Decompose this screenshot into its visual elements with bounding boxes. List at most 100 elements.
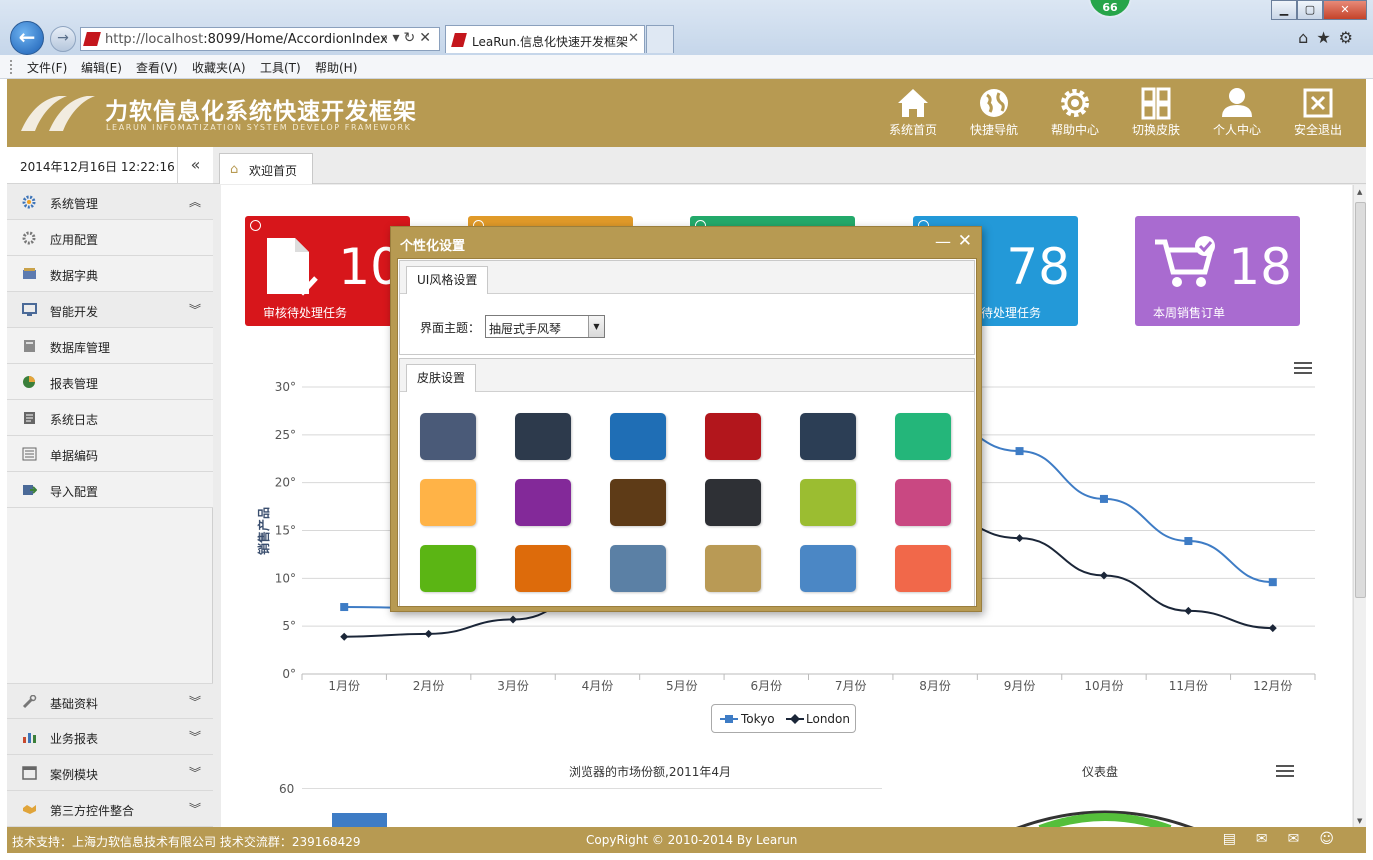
chart2-bar[interactable] [332, 813, 387, 827]
skin-swatch[interactable] [800, 479, 856, 526]
menu-file[interactable]: 文件(F) [27, 59, 67, 76]
skin-swatch[interactable] [420, 479, 476, 526]
scroll-down-icon[interactable]: ▼ [1357, 817, 1362, 825]
url-text: http://localhost:8099/Home/AccordionInde… [105, 32, 388, 47]
stat-card-orders[interactable]: 18 本周销售订单 [1135, 216, 1300, 326]
maximize-window-button[interactable]: ▢ [1297, 0, 1323, 20]
legend-london[interactable]: London [806, 712, 850, 726]
minimize-icon[interactable]: — [935, 232, 951, 251]
skin-section: 皮肤设置 [399, 358, 975, 606]
nav-quick-button[interactable]: 快捷导航 [959, 85, 1029, 143]
skin-swatch[interactable] [420, 545, 476, 592]
grid-icon [1141, 87, 1171, 120]
scroll-up-icon[interactable]: ▲ [1357, 188, 1362, 196]
legend-tokyo[interactable]: Tokyo [741, 712, 775, 726]
tab-skin[interactable]: 皮肤设置 [406, 364, 477, 392]
users-icon[interactable]: ☺ [1319, 831, 1354, 847]
current-datetime: 2014年12月16日 12:22:16 [20, 160, 175, 174]
scroll-thumb[interactable] [1355, 202, 1366, 598]
skin-swatch[interactable] [800, 545, 856, 592]
menu-help[interactable]: 帮助(H) [315, 59, 357, 76]
sidebar-item-logs[interactable]: 系统日志 [7, 400, 213, 436]
stat-card-audit[interactable]: 10 审核待处理任务 [245, 216, 410, 326]
skin-swatch[interactable] [515, 413, 571, 460]
gauge-dial [1016, 810, 1194, 827]
log-icon [22, 411, 37, 425]
browser-menu-bar: 文件(F) 编辑(E) 查看(V) 收藏夹(A) 工具(T) 帮助(H) [0, 55, 1373, 79]
chat-icon[interactable]: ✉ [1256, 831, 1288, 847]
skin-swatch[interactable] [705, 545, 761, 592]
settings-gear-icon[interactable]: ⚙ [1339, 28, 1361, 47]
skin-swatch[interactable] [800, 413, 856, 460]
globe-icon [980, 89, 1008, 117]
database-icon [22, 339, 37, 353]
vertical-scrollbar[interactable]: ▲ ▼ [1353, 185, 1366, 827]
sidebar-item-database[interactable]: 数据库管理 [7, 328, 213, 364]
home-icon[interactable]: ⌂ [1298, 28, 1316, 47]
clock-icon [250, 220, 261, 231]
sidebar-item-codes[interactable]: 单据编码 [7, 436, 213, 472]
skin-swatch[interactable] [895, 479, 951, 526]
tab-ui-style[interactable]: UI风格设置 [406, 266, 489, 294]
menu-edit[interactable]: 编辑(E) [81, 59, 122, 76]
page-tabs-bar: ⌂ 欢迎首页 [213, 147, 1366, 184]
browser-share-chart-title: 浏览器的市场份额,2011年4月 [569, 765, 731, 779]
sidebar-group-basic[interactable]: 基础资料 ︾ [7, 683, 213, 719]
skin-swatch[interactable] [895, 413, 951, 460]
close-window-button[interactable]: ✕ [1323, 0, 1367, 20]
forward-button[interactable]: → [50, 26, 76, 52]
footer: 技术支持：上海力软信息技术有限公司 技术交流群：239168429 CopyRi… [7, 827, 1366, 853]
skin-swatch[interactable] [705, 413, 761, 460]
nav-home-button[interactable]: 系统首页 [878, 85, 948, 143]
tools-icon [22, 694, 37, 709]
skin-swatch[interactable] [705, 479, 761, 526]
menu-favorites[interactable]: 收藏夹(A) [192, 59, 246, 76]
new-tab-button[interactable] [646, 25, 674, 53]
address-tools[interactable]: ⌕▾↻✕ [381, 30, 435, 46]
sidebar-group-dev[interactable]: 智能开发 ︾ [7, 292, 213, 328]
sidebar-group-system[interactable]: 系统管理 ︽ [7, 184, 213, 220]
skin-swatch[interactable] [895, 545, 951, 592]
mail-icon[interactable]: ✉ [1288, 831, 1320, 847]
menu-view[interactable]: 查看(V) [136, 59, 178, 76]
chevron-down-icon: ︾ [188, 802, 201, 816]
minimize-window-button[interactable]: ▁ [1271, 0, 1297, 20]
exit-icon [1303, 88, 1333, 118]
tab-welcome[interactable]: ⌂ 欢迎首页 [219, 153, 313, 184]
notification-badge[interactable]: 66 [1088, 0, 1132, 18]
nav-profile-button[interactable]: 个人中心 [1202, 85, 1272, 143]
menu-tools[interactable]: 工具(T) [260, 59, 301, 76]
sidebar-group-third-party[interactable]: 第三方控件整合 ︾ [7, 791, 213, 827]
address-bar[interactable]: http://localhost:8099/Home/AccordionInde… [80, 27, 440, 51]
skin-swatch[interactable] [420, 413, 476, 460]
nav-skin-button[interactable]: 切换皮肤 [1121, 85, 1191, 143]
stat-label: 本周销售订单 [1153, 306, 1226, 320]
sidebar-item-app-config[interactable]: 应用配置 [7, 220, 213, 256]
skin-swatch[interactable] [610, 479, 666, 526]
sidebar-group-cases[interactable]: 案例模块 ︾ [7, 755, 213, 791]
nav-help-button[interactable]: 帮助中心 [1040, 85, 1110, 143]
close-icon[interactable]: ✕ [958, 231, 972, 251]
skin-swatch[interactable] [515, 545, 571, 592]
skin-swatch[interactable] [515, 479, 571, 526]
sidebar-item-reports[interactable]: 报表管理 [7, 364, 213, 400]
theme-select[interactable]: 抽屉式手风琴 ▼ [485, 315, 605, 338]
skin-swatch[interactable] [610, 413, 666, 460]
calendar-icon[interactable]: ▤ [1223, 831, 1256, 847]
nav-logout-button[interactable]: 安全退出 [1283, 85, 1353, 143]
skin-swatch[interactable] [610, 545, 666, 592]
sidebar-item-import[interactable]: 导入配置 [7, 472, 213, 508]
browser-tab-active[interactable]: LeaRun.信息化快速开发框架 ✕ [445, 25, 645, 53]
tab-close-icon[interactable]: ✕ [628, 31, 639, 46]
sidebar-group-business-reports[interactable]: 业务报表 ︾ [7, 719, 213, 755]
back-button[interactable]: ← [10, 21, 44, 55]
dropdown-arrow-icon[interactable]: ▼ [588, 316, 604, 337]
chart-menu-icon[interactable] [1294, 362, 1312, 377]
chart2-menu-icon[interactable] [1276, 765, 1294, 780]
chart2-gridline [302, 788, 882, 789]
footer-icons: ▤✉✉☺ [1223, 831, 1354, 847]
star-icon[interactable]: ★ [1316, 28, 1338, 47]
double-chevron-left-icon[interactable]: « [177, 147, 213, 184]
chart-legend[interactable]: Tokyo London [711, 704, 856, 733]
sidebar-item-dictionary[interactable]: 数据字典 [7, 256, 213, 292]
